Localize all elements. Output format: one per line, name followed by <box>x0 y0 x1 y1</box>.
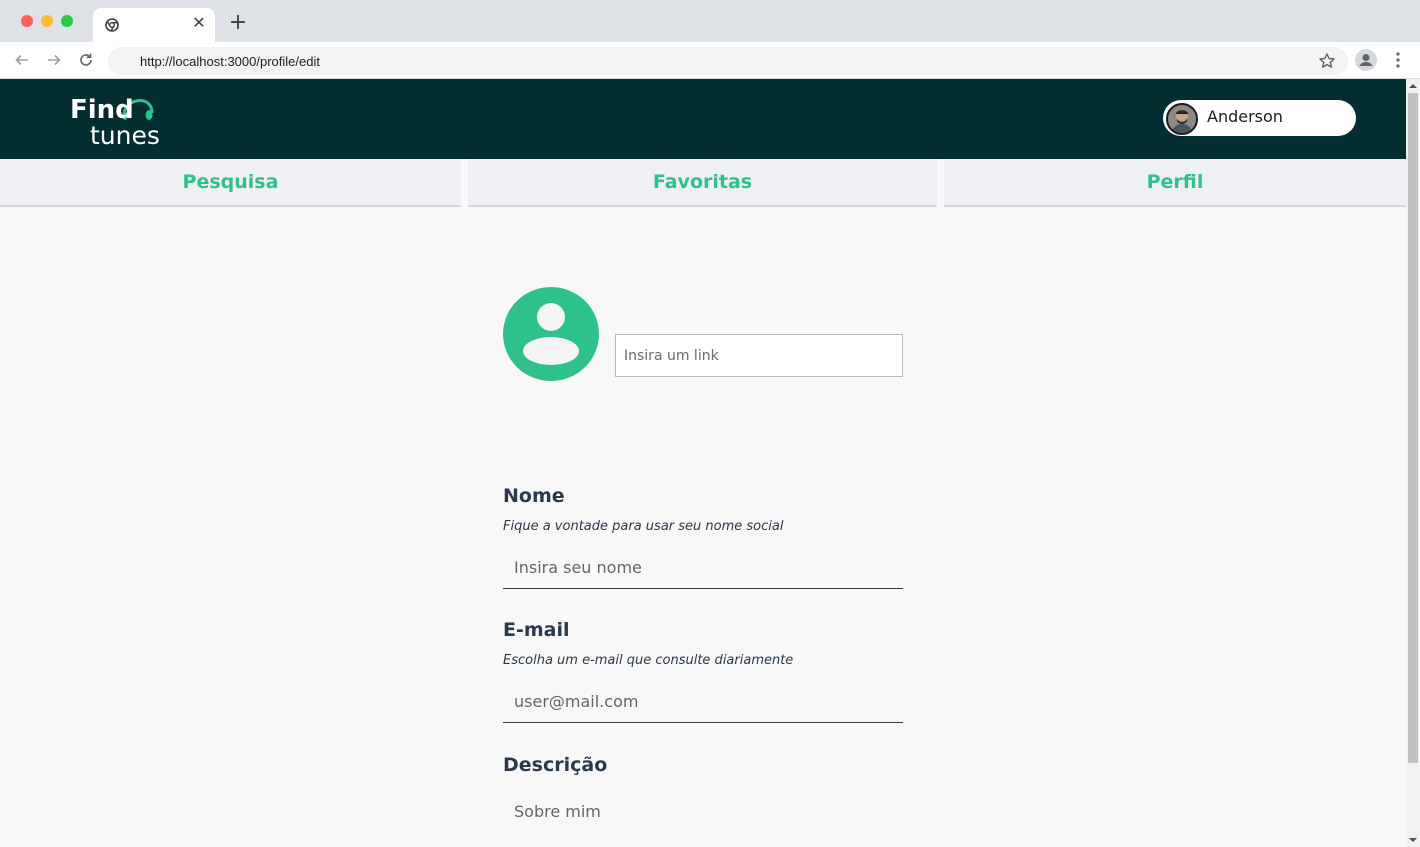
name-label: Nome <box>503 485 565 507</box>
window-close-button[interactable] <box>21 15 33 27</box>
browser-toolbar: http://localhost:3000/profile/edit <box>0 42 1420 79</box>
profile-picture-placeholder-icon <box>503 287 599 381</box>
user-name: Anderson <box>1207 107 1283 126</box>
logo-text-tunes: tunes <box>90 121 160 150</box>
nav-tab-perfil[interactable]: Perfil <box>944 159 1406 207</box>
back-arrow-icon[interactable] <box>13 51 31 69</box>
nav-tab-pesquisa[interactable]: Pesquisa <box>0 159 461 207</box>
user-profile-pill[interactable]: Anderson <box>1163 100 1356 136</box>
browser-tab-bar: ✕ + <box>0 0 1420 42</box>
bookmark-star-icon[interactable] <box>1318 52 1336 70</box>
email-input[interactable] <box>503 681 903 723</box>
main-nav: Pesquisa Favoritas Perfil <box>0 159 1406 207</box>
page-viewport: Find tunes Anderson Pesquisa Favoritas P… <box>0 79 1406 847</box>
name-hint: Fique a vontade para usar seu nome socia… <box>503 519 784 534</box>
window-minimize-button[interactable] <box>41 15 53 27</box>
avatar <box>1166 103 1198 135</box>
chrome-icon <box>105 18 119 32</box>
description-label: Descrição <box>503 754 608 776</box>
name-input[interactable] <box>503 547 903 589</box>
url-text: http://localhost:3000/profile/edit <box>140 54 320 69</box>
page-scrollbar[interactable] <box>1406 79 1420 847</box>
browser-tab[interactable]: ✕ <box>93 8 215 42</box>
tab-close-icon[interactable]: ✕ <box>191 15 207 31</box>
email-hint: Escolha um e-mail que consulte diariamen… <box>503 653 794 668</box>
browser-menu-icon[interactable] <box>1392 51 1404 69</box>
forward-arrow-icon[interactable] <box>45 51 63 69</box>
findtunes-logo[interactable]: Find tunes <box>68 87 168 151</box>
description-textarea[interactable] <box>503 789 903 847</box>
email-label: E-mail <box>503 619 570 641</box>
new-tab-button[interactable]: + <box>228 12 248 34</box>
scroll-up-arrow-icon[interactable] <box>1409 82 1417 90</box>
window-maximize-button[interactable] <box>61 15 73 27</box>
browser-profile-icon[interactable] <box>1355 49 1377 71</box>
app-header: Find tunes Anderson <box>0 79 1406 159</box>
scroll-thumb[interactable] <box>1408 93 1418 763</box>
image-link-input[interactable] <box>615 334 903 377</box>
scroll-down-arrow-icon[interactable] <box>1409 836 1417 844</box>
nav-tab-favoritas[interactable]: Favoritas <box>468 159 937 207</box>
address-bar[interactable]: http://localhost:3000/profile/edit <box>108 47 1348 75</box>
reload-icon[interactable] <box>77 51 95 69</box>
